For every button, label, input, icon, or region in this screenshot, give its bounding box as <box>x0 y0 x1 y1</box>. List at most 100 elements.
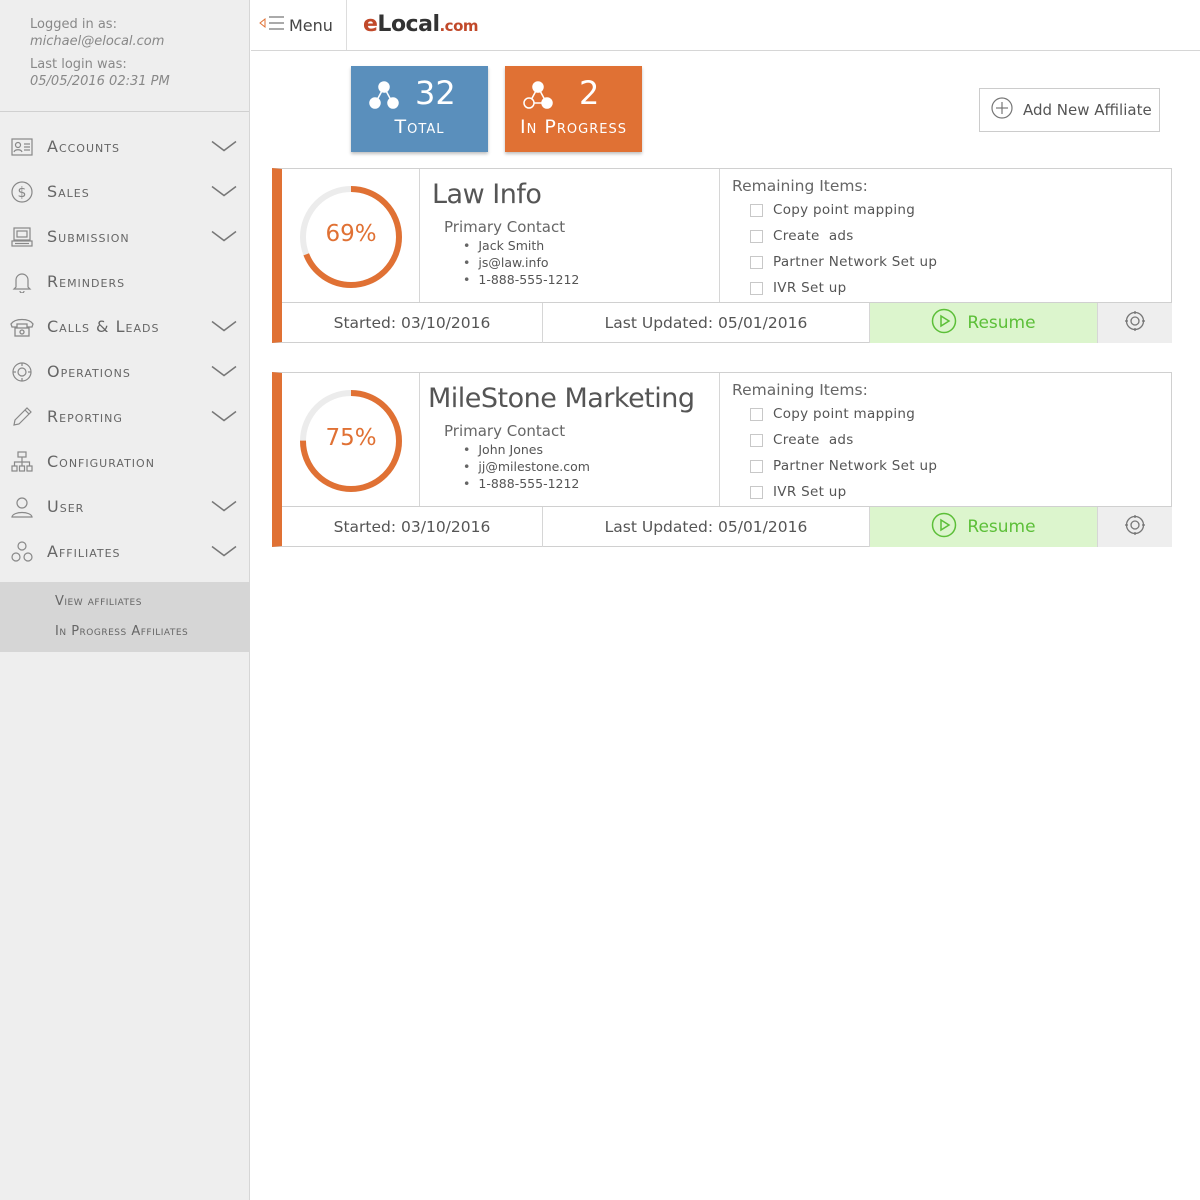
affiliate-info: Law Info Primary Contact Jack Smith js@l… <box>420 169 720 302</box>
sidebar-item-affiliates[interactable]: Affiliates <box>0 529 249 574</box>
chevron-down-icon[interactable] <box>211 317 237 336</box>
contact-phone: 1-888-555-1212 <box>463 475 590 492</box>
menu-button[interactable]: Menu <box>251 0 347 50</box>
chevron-down-icon[interactable] <box>211 542 237 561</box>
task-checkbox[interactable] <box>750 407 763 421</box>
in-progress-label: In Progress <box>520 116 627 138</box>
elocal-logo[interactable]: eLocal.com <box>363 12 479 37</box>
contact-email[interactable]: jj@milestone.com <box>463 458 590 475</box>
task-label: Copy point mapping <box>773 406 916 422</box>
sidebar-item-configuration[interactable]: Configuration <box>0 439 249 484</box>
sidebar-item-user[interactable]: User <box>0 484 249 529</box>
progress-percent: 69% <box>325 221 377 247</box>
plus-circle-icon <box>991 97 1013 123</box>
started-date: Started: 03/10/2016 <box>282 507 543 547</box>
contact-name: John Jones <box>463 441 590 458</box>
sidebar-item-sales[interactable]: $ Sales <box>0 169 249 214</box>
gear-icon <box>1124 310 1146 336</box>
in-progress-tile[interactable]: 2 In Progress <box>505 66 642 152</box>
task-checkbox[interactable] <box>750 433 763 447</box>
in-progress-count: 2 <box>579 74 600 112</box>
chevron-down-icon[interactable] <box>211 362 237 381</box>
resume-button[interactable]: Resume <box>870 507 1098 547</box>
sidebar-item-label: Operations <box>47 362 131 381</box>
affiliates-submenu: View affiliates In Progress Affiliates <box>0 582 249 652</box>
affiliate-card: 69% Law Info Primary Contact Jack Smith … <box>272 168 1172 343</box>
task-label: Partner Network Set up <box>773 254 938 270</box>
task-checkbox[interactable] <box>750 203 763 217</box>
chevron-down-icon[interactable] <box>211 497 237 516</box>
affiliates-partial-icon <box>523 80 553 114</box>
sidebar-item-label: Accounts <box>47 137 120 156</box>
task-item: Create ads <box>740 228 854 244</box>
task-item: Partner Network Set up <box>740 254 937 270</box>
add-new-affiliate-label: Add New Affiliate <box>1023 101 1152 119</box>
cog-icon <box>10 360 34 384</box>
task-label: Create ads <box>773 228 854 244</box>
task-item: Partner Network Set up <box>740 458 937 474</box>
remaining-items-label: Remaining Items: <box>732 177 868 195</box>
sidebar-item-reporting[interactable]: Reporting <box>0 394 249 439</box>
resume-button[interactable]: Resume <box>870 303 1098 343</box>
submenu-view-affiliates[interactable]: View affiliates <box>0 587 249 617</box>
gear-icon <box>1124 514 1146 540</box>
total-affiliates-tile[interactable]: 32 Total <box>351 66 488 152</box>
sitemap-icon <box>10 450 34 474</box>
sidebar-item-reminders[interactable]: Reminders <box>0 259 249 304</box>
settings-button[interactable] <box>1098 303 1172 343</box>
affiliate-info: MileStone Marketing Primary Contact John… <box>420 373 720 506</box>
play-circle-icon <box>931 512 957 543</box>
task-checkbox[interactable] <box>750 255 763 269</box>
contact-email[interactable]: js@law.info <box>463 254 579 271</box>
contact-name: Jack Smith <box>463 237 579 254</box>
affiliates-icon <box>369 80 399 114</box>
last-login-label: Last login was: <box>30 57 127 72</box>
contact-card-icon <box>10 135 34 159</box>
play-circle-icon <box>931 308 957 339</box>
last-updated-date: Last Updated: 05/01/2016 <box>543 303 870 343</box>
task-label: Create ads <box>773 432 854 448</box>
progress-ring: 75% <box>282 373 420 506</box>
contact-phone: 1-888-555-1212 <box>463 271 579 288</box>
settings-button[interactable] <box>1098 507 1172 547</box>
sidebar-nav: Accounts $ Sales Submission Reminders Ca… <box>0 112 249 574</box>
computer-icon <box>10 225 34 249</box>
chevron-down-icon[interactable] <box>211 182 237 201</box>
sidebar-item-label: Configuration <box>47 452 155 471</box>
task-item: IVR Set up <box>740 280 846 296</box>
sidebar-item-accounts[interactable]: Accounts <box>0 124 249 169</box>
affiliate-name[interactable]: Law Info <box>432 179 542 210</box>
sidebar-item-label: Sales <box>47 182 90 201</box>
task-label: IVR Set up <box>773 280 847 296</box>
task-label: Copy point mapping <box>773 202 916 218</box>
task-checkbox[interactable] <box>750 281 763 295</box>
primary-contact-label: Primary Contact <box>444 218 566 236</box>
task-label: IVR Set up <box>773 484 847 500</box>
contact-list: Jack Smith js@law.info 1-888-555-1212 <box>463 237 579 288</box>
user-icon <box>10 495 34 519</box>
affiliate-card: 75% MileStone Marketing Primary Contact … <box>272 372 1172 547</box>
sidebar-item-label: Affiliates <box>47 542 121 561</box>
task-checkbox[interactable] <box>750 229 763 243</box>
sidebar-item-label: Reminders <box>47 272 126 291</box>
sidebar-item-submission[interactable]: Submission <box>0 214 249 259</box>
chevron-down-icon[interactable] <box>211 227 237 246</box>
task-checkbox[interactable] <box>750 485 763 499</box>
contact-list: John Jones jj@milestone.com 1-888-555-12… <box>463 441 590 492</box>
sidebar-item-operations[interactable]: Operations <box>0 349 249 394</box>
add-new-affiliate-button[interactable]: Add New Affiliate <box>979 88 1160 132</box>
affiliates-icon <box>10 540 34 564</box>
submenu-in-progress-affiliates[interactable]: In Progress Affiliates <box>0 617 249 647</box>
task-item: Create ads <box>740 432 854 448</box>
login-info: Logged in as: michael@elocal.com Last lo… <box>0 0 249 112</box>
task-checkbox[interactable] <box>750 459 763 473</box>
menu-toggle-icon <box>259 15 285 35</box>
resume-label: Resume <box>967 517 1036 537</box>
chevron-down-icon[interactable] <box>211 137 237 156</box>
sidebar-item-label: Calls & Leads <box>47 317 160 336</box>
sidebar-item-label: Reporting <box>47 407 123 426</box>
sidebar-item-calls-leads[interactable]: Calls & Leads <box>0 304 249 349</box>
affiliate-name[interactable]: MileStone Marketing <box>428 383 695 414</box>
phone-icon <box>10 315 34 339</box>
chevron-down-icon[interactable] <box>211 407 237 426</box>
